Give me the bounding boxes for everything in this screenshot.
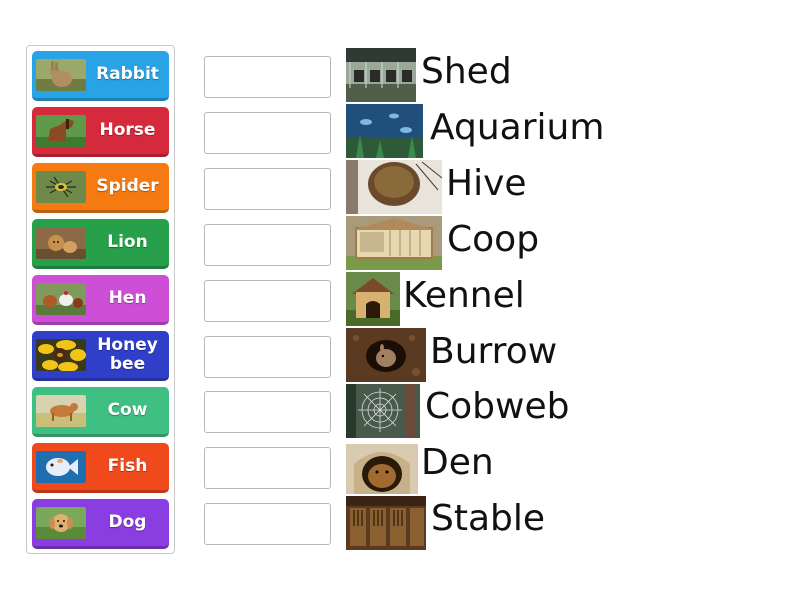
target-label-stable: Stable	[431, 498, 546, 539]
fish-photo-icon	[36, 451, 86, 483]
drop-box-stable[interactable]	[204, 503, 331, 545]
target-label-den: Den	[421, 442, 494, 483]
tile-cow[interactable]: Cow	[32, 387, 169, 437]
tile-label: Hen	[108, 288, 147, 308]
shed-photo-icon	[346, 48, 416, 102]
drop-box-coop[interactable]	[204, 224, 331, 266]
dog-photo-icon	[36, 507, 86, 539]
stable-photo-icon	[346, 496, 426, 550]
tile-spider[interactable]: Spider	[32, 163, 169, 213]
tile-label: Dog	[108, 512, 147, 532]
tile-hen[interactable]: Hen	[32, 275, 169, 325]
hen-photo-icon	[36, 283, 86, 315]
tile-dog[interactable]: Dog	[32, 499, 169, 549]
burrow-photo-icon	[346, 328, 426, 382]
honeybee-photo-icon	[36, 339, 86, 371]
target-label-aquarium: Aquarium	[430, 107, 605, 148]
tile-honeybee[interactable]: Honey bee	[32, 331, 169, 381]
target-label-cobweb: Cobweb	[425, 386, 570, 427]
tile-label: Spider	[96, 176, 159, 196]
drop-box-cobweb[interactable]	[204, 391, 331, 433]
tile-horse[interactable]: Horse	[32, 107, 169, 157]
match-up-activity: Rabbit Horse Spider Lion Hen Honey bee C…	[0, 0, 800, 600]
tile-rabbit[interactable]: Rabbit	[32, 51, 169, 101]
horse-photo-icon	[36, 115, 86, 147]
target-label-coop: Coop	[447, 219, 540, 260]
tile-label: Rabbit	[96, 64, 159, 84]
spider-photo-icon	[36, 171, 86, 203]
drop-box-hive[interactable]	[204, 168, 331, 210]
lion-photo-icon	[36, 227, 86, 259]
target-label-burrow: Burrow	[430, 331, 558, 372]
kennel-photo-icon	[346, 272, 400, 326]
drop-box-kennel[interactable]	[204, 280, 331, 322]
tile-label: Horse	[99, 120, 156, 140]
target-label-hive: Hive	[446, 163, 527, 204]
tile-label: Honey bee	[97, 334, 158, 374]
drop-box-aquarium[interactable]	[204, 112, 331, 154]
target-label-shed: Shed	[421, 51, 512, 92]
aquarium-photo-icon	[346, 104, 423, 158]
cobweb-photo-icon	[346, 384, 420, 438]
drop-box-den[interactable]	[204, 447, 331, 489]
coop-photo-icon	[346, 216, 442, 270]
tile-fish[interactable]: Fish	[32, 443, 169, 493]
target-label-kennel: Kennel	[403, 275, 525, 316]
rabbit-photo-icon	[36, 59, 86, 91]
cow-photo-icon	[36, 395, 86, 427]
tile-lion[interactable]: Lion	[32, 219, 169, 269]
tile-label: Cow	[107, 400, 148, 420]
tile-label: Lion	[107, 232, 148, 252]
drop-box-burrow[interactable]	[204, 336, 331, 378]
den-photo-icon	[346, 440, 418, 494]
tile-label: Fish	[107, 456, 148, 476]
hive-photo-icon	[346, 160, 442, 214]
drop-box-shed[interactable]	[204, 56, 331, 98]
